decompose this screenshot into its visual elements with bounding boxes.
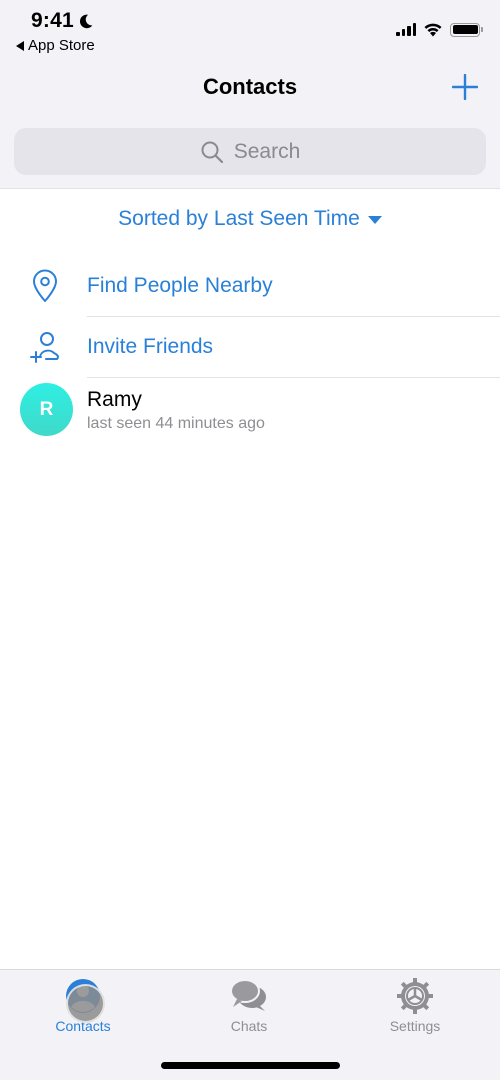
back-to-app-store-button[interactable]: App Store (16, 37, 95, 54)
back-app-label: App Store (28, 37, 95, 54)
add-contact-button[interactable] (452, 74, 478, 100)
status-time: 9:41 (31, 9, 94, 33)
search-placeholder: Search (233, 139, 301, 163)
sort-label: Sorted by Last Seen Time (118, 207, 360, 230)
status-indicators (396, 22, 483, 37)
contact-name: Ramy (87, 388, 142, 411)
avatar: R (20, 383, 73, 436)
chat-bubbles-icon (230, 979, 266, 1011)
invite-friends-item[interactable]: Invite Friends (0, 316, 500, 377)
search-input[interactable]: Search (14, 128, 486, 175)
tab-settings[interactable]: Settings (355, 976, 475, 1036)
touch-indicator (66, 984, 105, 1023)
find-people-nearby-label: Find People Nearby (87, 273, 273, 297)
time-text: 9:41 (31, 9, 74, 32)
navigation-header: 9:41 App Store Contacts Search (0, 0, 500, 189)
home-indicator[interactable] (161, 1062, 340, 1069)
caret-down-icon (367, 216, 382, 224)
location-pin-icon (25, 266, 65, 306)
contact-last-seen: last seen 44 minutes ago (87, 415, 265, 432)
signal-icon (396, 23, 416, 36)
tab-chats-label: Chats (230, 1018, 268, 1034)
add-person-icon (25, 327, 65, 367)
sort-selector[interactable]: Sorted by Last Seen Time (0, 207, 500, 231)
contact-row[interactable]: R Ramy last seen 44 minutes ago (0, 378, 500, 442)
back-arrow-icon (16, 40, 24, 51)
gear-icon (397, 978, 433, 1014)
page-title: Contacts (202, 74, 298, 99)
tab-chats[interactable]: Chats (189, 976, 309, 1036)
search-icon (201, 141, 223, 163)
avatar-initial: R (39, 398, 54, 420)
tab-settings-label: Settings (389, 1018, 441, 1034)
invite-friends-label: Invite Friends (87, 334, 214, 358)
wifi-icon (424, 23, 442, 37)
moon-icon (79, 14, 93, 28)
find-people-nearby-item[interactable]: Find People Nearby (0, 255, 500, 316)
battery-icon (450, 22, 483, 37)
